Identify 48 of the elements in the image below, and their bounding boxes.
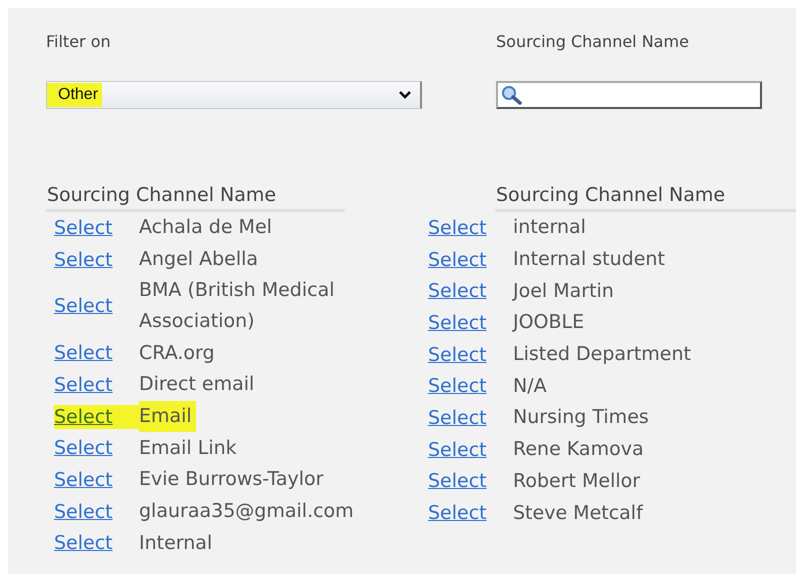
select-link[interactable]: Select — [54, 531, 116, 556]
channel-name: glauraa35@gmail.com — [139, 499, 355, 524]
filter-label: Filter on — [46, 32, 112, 51]
channel-name: Angel Abella — [139, 247, 260, 272]
channel-name: BMA (British Medical Association) — [139, 278, 336, 334]
channel-name: JOOBLE — [513, 310, 586, 336]
channel-name: Internal — [139, 530, 214, 556]
channel-name: Email — [139, 401, 196, 432]
select-link[interactable]: Select — [428, 310, 490, 335]
channel-name: Robert Mellor — [513, 468, 642, 494]
select-link[interactable]: Select — [54, 248, 116, 272]
search-label: Sourcing Channel Name — [496, 32, 690, 51]
channel-name: N/A — [513, 374, 548, 399]
select-link[interactable]: Select — [54, 468, 116, 492]
search-icon — [501, 85, 523, 105]
select-link[interactable]: Select — [54, 294, 116, 318]
select-link[interactable]: Select — [54, 404, 139, 429]
select-link[interactable]: Select — [428, 216, 490, 240]
channel-name: Evie Burrows-Taylor — [139, 467, 324, 492]
select-link[interactable]: Select — [428, 469, 490, 494]
select-link[interactable]: Select — [428, 248, 490, 272]
channel-name: CRA.org — [139, 340, 216, 366]
select-link[interactable]: Select — [54, 436, 116, 460]
filter-dropdown[interactable]: Other — [46, 81, 422, 109]
column-header: Sourcing Channel Name — [46, 184, 345, 212]
select-link[interactable]: Select — [428, 501, 490, 526]
channel-name: Email Link — [139, 436, 238, 461]
channel-name: Direct email — [139, 372, 256, 398]
channel-name: Joel Martin — [513, 278, 615, 304]
select-link[interactable]: Select — [54, 216, 116, 240]
channel-name: Achala de Mel — [139, 215, 273, 240]
channel-name: internal — [513, 215, 587, 240]
select-link[interactable]: Select — [428, 438, 490, 462]
chevron-down-icon — [398, 90, 412, 100]
channel-name: Internal student — [513, 247, 666, 272]
select-link[interactable]: Select — [54, 372, 116, 397]
select-link[interactable]: Select — [428, 374, 490, 398]
channel-name: Rene Kamova — [513, 437, 645, 462]
select-link[interactable]: Select — [54, 500, 116, 524]
select-link[interactable]: Select — [428, 406, 490, 430]
channel-name: Nursing Times — [513, 405, 650, 430]
channel-name: Listed Department — [513, 342, 692, 368]
channel-name: Steve Metcalf — [513, 500, 644, 526]
search-field[interactable] — [496, 81, 762, 109]
select-link[interactable]: Select — [428, 342, 490, 367]
column-header: Sourcing Channel Name — [495, 184, 796, 212]
select-link[interactable]: Select — [428, 279, 490, 304]
select-link[interactable]: Select — [54, 341, 116, 366]
